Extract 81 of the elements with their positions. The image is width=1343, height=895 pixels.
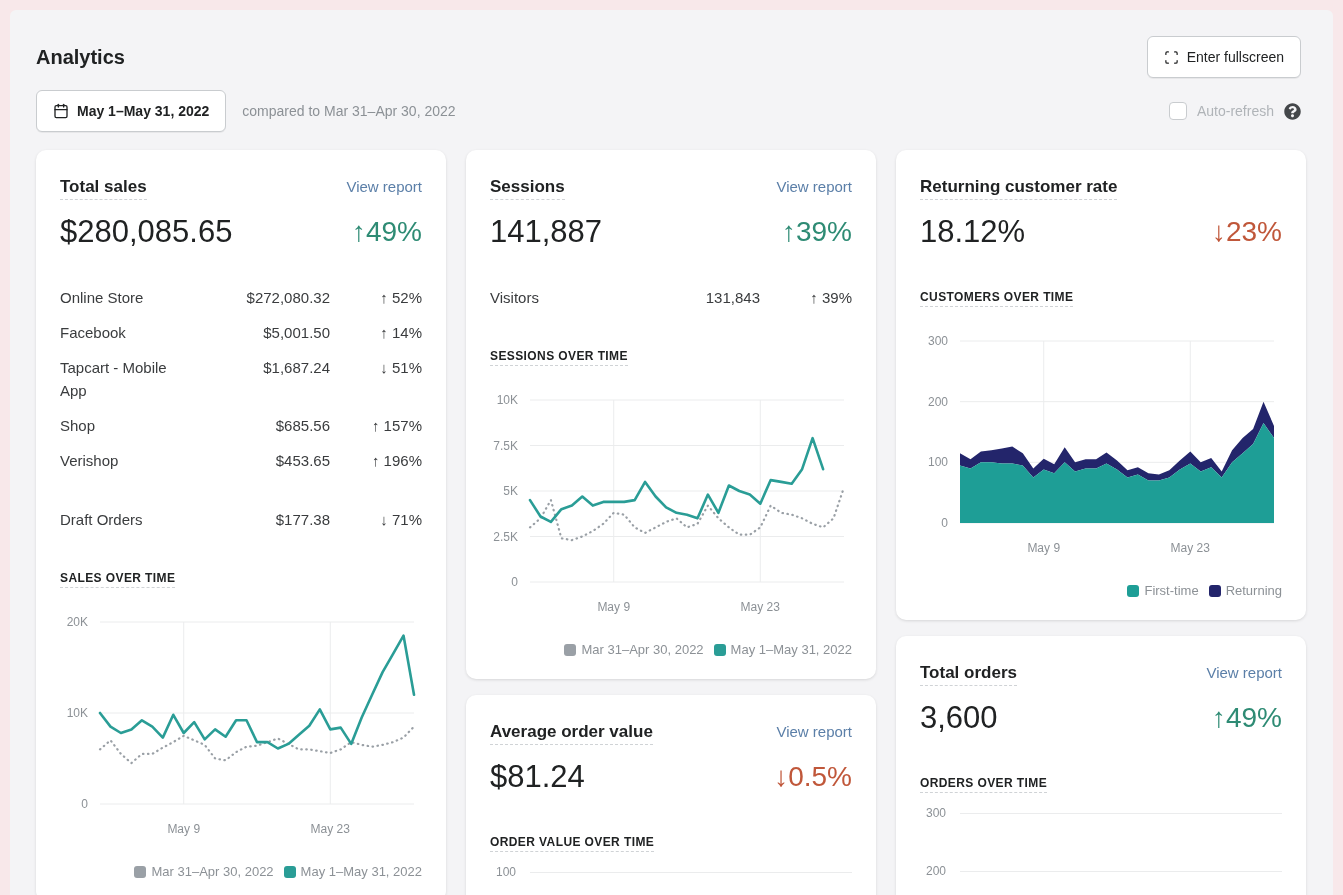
- axis-label: 0: [511, 575, 518, 589]
- change-percentage: ↑49%: [351, 216, 422, 248]
- legend-label: First-time: [1127, 583, 1199, 598]
- axis-label: 0: [81, 797, 88, 811]
- axis-label: 5K: [503, 484, 518, 498]
- breakdown-label: Verishop: [60, 451, 120, 471]
- axis-label: May 23: [740, 600, 780, 614]
- change-percentage: ↓23%: [1211, 216, 1282, 248]
- axis-label: May 9: [1027, 541, 1061, 555]
- auto-refresh-checkbox[interactable]: [1168, 102, 1187, 120]
- metric-value: 3,600: [920, 700, 998, 736]
- axis-label: 20K: [66, 615, 88, 629]
- card-title: Average order value: [490, 722, 653, 745]
- metric-value: $81.24: [490, 759, 585, 795]
- axis-label: 100: [927, 455, 948, 470]
- breakdown-value: 131,843: [704, 288, 760, 308]
- date-range-button[interactable]: May 1–May 31, 2022: [36, 90, 227, 132]
- breakdown-label: Draft Orders: [60, 510, 144, 530]
- breakdown-label: Facebook: [60, 323, 127, 343]
- view-report-link[interactable]: View report: [1206, 664, 1282, 681]
- metric-value: 141,887: [490, 214, 603, 250]
- axis-label: 2.5K: [493, 529, 518, 544]
- change-percentage: ↑39%: [781, 216, 852, 248]
- breakdown-change: ↓ 51%: [379, 358, 422, 378]
- legend-label: Mar 31–Apr 30, 2022: [134, 864, 274, 879]
- legend-label: Returning: [1208, 583, 1282, 598]
- section-label: ORDER VALUE OVER TIME: [490, 835, 655, 852]
- section-label: ORDERS OVER TIME: [920, 776, 1048, 793]
- card-title: Total orders: [920, 663, 1017, 686]
- breakdown-change: ↓ 71%: [379, 510, 422, 530]
- axis-label: 300: [927, 334, 948, 348]
- axis-label: 10K: [66, 706, 88, 720]
- breakdown-change: ↑ 52%: [379, 288, 422, 308]
- axis-label: 7.5K: [493, 438, 518, 453]
- axis-label: 200: [924, 864, 946, 878]
- breakdown-label: Tapcart - Mobile App: [60, 358, 168, 401]
- metric-value: $280,085.65: [60, 214, 233, 250]
- breakdown-change: ↑ 196%: [370, 451, 422, 471]
- breakdown-change: ↑ 14%: [379, 323, 422, 343]
- breakdown-value: $177.38: [274, 510, 330, 530]
- axis-label: 200: [927, 394, 948, 409]
- fullscreen-button[interactable]: Enter fullscreen: [1146, 36, 1301, 78]
- axis-label: 100: [494, 865, 516, 879]
- comparison-text: compared to Mar 31–Apr 30, 2022: [242, 103, 456, 119]
- legend-label: May 1–May 31, 2022: [713, 642, 852, 657]
- breakdown-label: Online Store: [60, 288, 145, 308]
- breakdown-label: Shop: [60, 416, 97, 436]
- breakdown-change: ↑ 157%: [370, 416, 422, 436]
- axis-label: 300: [924, 806, 946, 820]
- breakdown-value: $1,687.24: [262, 358, 330, 378]
- card-title: Total sales: [60, 177, 147, 200]
- metric-value: 18.12%: [920, 214, 1026, 250]
- breakdown-value: $453.65: [274, 451, 330, 471]
- axis-label: May 9: [167, 822, 201, 836]
- axis-label: 10K: [496, 393, 518, 407]
- breakdown-value: $5,001.50: [262, 323, 330, 343]
- page-title: Analytics: [36, 45, 125, 69]
- axis-label: 0: [941, 516, 948, 530]
- legend-label: May 1–May 31, 2022: [283, 864, 422, 879]
- axis-label: May 9: [597, 600, 631, 614]
- fullscreen-icon: [1163, 49, 1179, 65]
- view-report-link[interactable]: View report: [776, 178, 852, 195]
- view-report-link[interactable]: View report: [346, 178, 422, 195]
- section-label: CUSTOMERS OVER TIME: [920, 290, 1074, 307]
- help-icon[interactable]: [1284, 102, 1301, 120]
- checkbox-label: Auto-refresh: [1196, 103, 1274, 119]
- breakdown-value: $685.56: [274, 416, 330, 436]
- card-title: Returning customer rate: [920, 177, 1118, 200]
- breakdown-label: Visitors: [490, 288, 540, 308]
- breakdown-change: ↑ 39%: [809, 288, 852, 308]
- axis-label: May 23: [310, 822, 350, 836]
- calendar-icon: [53, 103, 69, 119]
- change-percentage: ↓0.5%: [774, 761, 852, 793]
- section-label: SESSIONS OVER TIME: [490, 349, 628, 366]
- legend-label: Mar 31–Apr 30, 2022: [564, 642, 704, 657]
- breakdown-value: $272,080.32: [245, 288, 330, 308]
- axis-label: May 23: [1170, 541, 1210, 555]
- card-title: Sessions: [490, 177, 565, 200]
- change-percentage: ↑49%: [1211, 702, 1282, 734]
- section-label: SALES OVER TIME: [60, 571, 176, 588]
- view-report-link[interactable]: View report: [776, 723, 852, 740]
